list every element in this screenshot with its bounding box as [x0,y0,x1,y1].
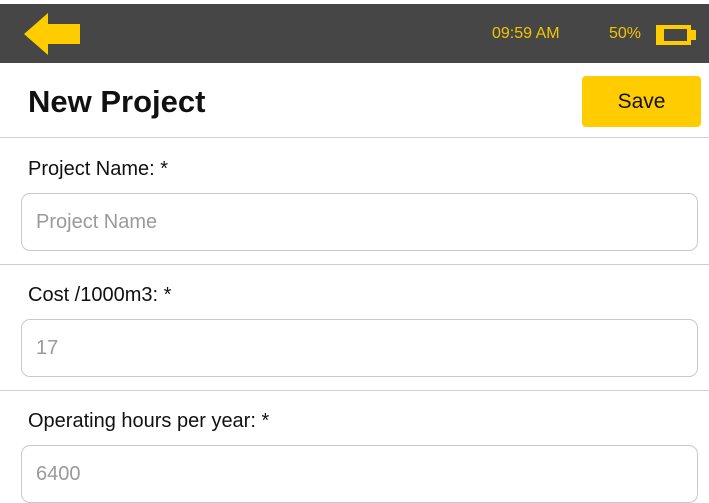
save-button[interactable]: Save [582,76,701,127]
project-name-input[interactable] [21,193,698,251]
cost-label: Cost /1000m3: * [28,284,172,306]
project-name-section: Project Name: * [0,138,709,264]
operating-hours-input[interactable] [21,445,698,503]
project-name-label: Project Name: * [28,158,169,180]
battery-percent: 50% [609,25,642,42]
cost-section: Cost /1000m3: * [0,264,709,390]
page-header: New Project Save [0,63,709,138]
clock: 09:59 AM [492,25,560,42]
back-button[interactable] [24,13,84,55]
operating-hours-label: Operating hours per year: * [28,410,270,432]
arrow-left-icon[interactable] [24,13,84,55]
status-bar: 09:59 AM 50% [0,0,709,63]
page-title: New Project [28,84,206,119]
operating-hours-section: Operating hours per year: * [0,390,709,503]
cost-input[interactable] [21,319,698,377]
battery-icon [656,25,696,45]
